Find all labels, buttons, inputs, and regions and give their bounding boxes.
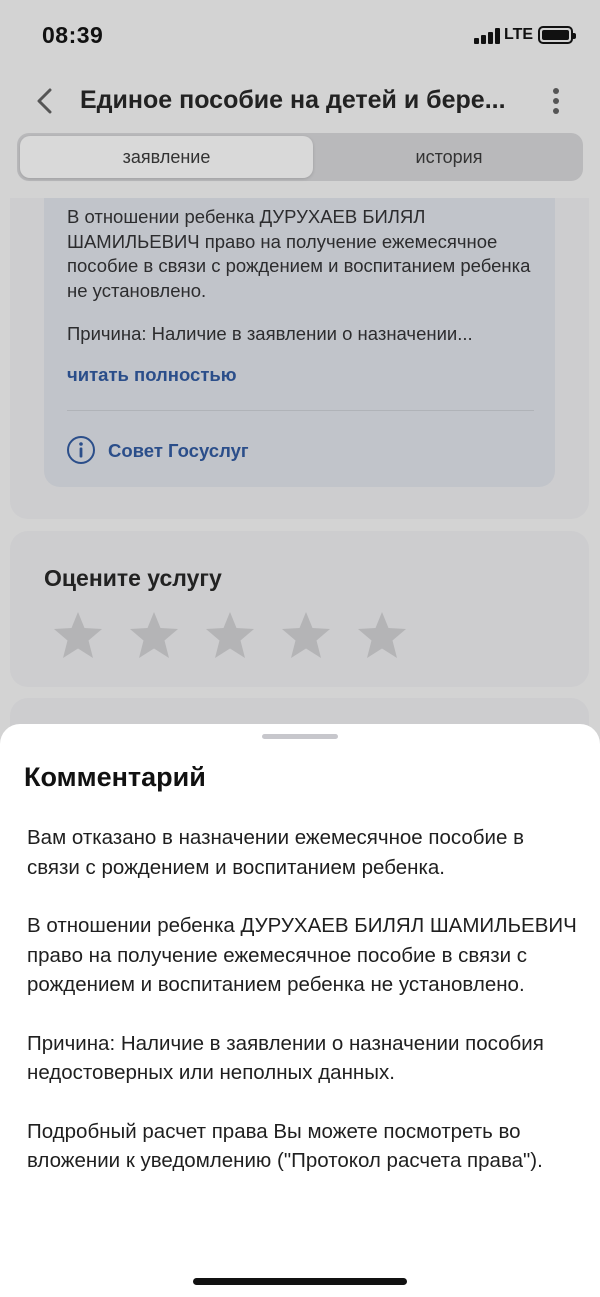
sheet-drag-handle[interactable] [262, 734, 338, 739]
star-icon[interactable] [128, 610, 180, 660]
advice-link[interactable]: Совет Госуслуг [108, 440, 249, 462]
comment-paragraph: Подробный расчет права Вы можете посмотр… [27, 1119, 543, 1173]
back-icon[interactable] [34, 88, 56, 114]
sheet-title: Комментарий [24, 762, 206, 792]
info-icon[interactable] [66, 435, 96, 465]
star-icon[interactable] [280, 610, 332, 660]
rating-title: Оцените услугу [44, 565, 222, 591]
status-time: 08:39 [42, 22, 104, 48]
rating-card [10, 531, 589, 687]
star-icon[interactable] [52, 610, 104, 660]
battery-icon [538, 26, 576, 44]
star-icon[interactable] [356, 610, 408, 660]
comment-paragraph: Вам отказано в назначении ежемесячное по… [27, 826, 524, 879]
page-title: Единое пособие на детей и бере... [80, 86, 506, 114]
notice-text: В отношении ребенка ДУРУХАЕВ БИЛЯЛ ШАМИЛ… [67, 206, 531, 301]
divider [67, 410, 534, 411]
comment-paragraph: Причина: Наличие в заявлении о назначени… [27, 1031, 544, 1085]
tab-application[interactable]: заявление [20, 136, 313, 178]
read-more-link[interactable]: читать полностью [67, 364, 237, 386]
segmented-tabs: заявление история [17, 133, 583, 181]
signal-icon [474, 28, 500, 44]
home-indicator[interactable] [193, 1278, 407, 1285]
rating-stars [52, 610, 412, 662]
more-icon[interactable] [550, 88, 562, 116]
comment-paragraph: В отношении ребенка ДУРУХАЕВ БИЛЯЛ ШАМИЛ… [27, 914, 577, 996]
sheet-body: Вам отказано в назначении ежемесячное по… [27, 823, 579, 1205]
notice-reason: Причина: Наличие в заявлении о назначени… [67, 323, 473, 344]
network-label: LTE [504, 26, 534, 43]
status-bar: 08:39 LTE [0, 0, 600, 70]
star-icon[interactable] [204, 610, 256, 660]
tab-history[interactable]: история [317, 136, 581, 178]
